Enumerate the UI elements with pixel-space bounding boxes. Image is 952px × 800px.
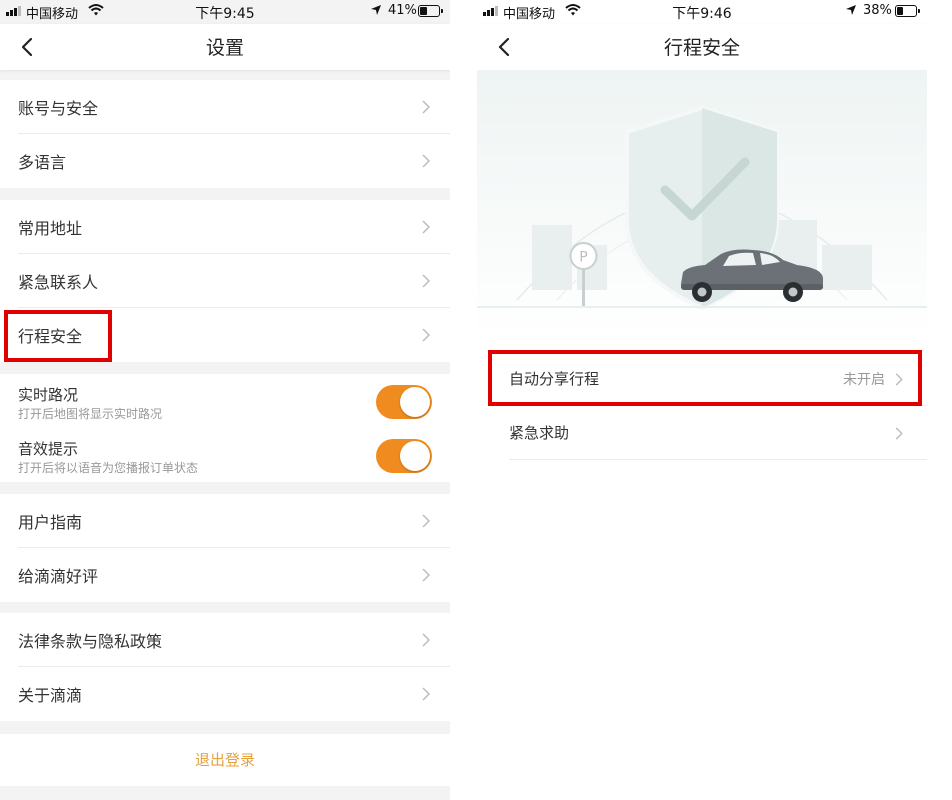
settings-item-language[interactable]: 多语言 <box>0 134 450 188</box>
traffic-toggle-switch[interactable] <box>376 385 432 419</box>
location-arrow-icon <box>846 5 856 15</box>
nav-bar: 行程安全 <box>477 24 927 70</box>
chevron-right-icon <box>895 427 903 440</box>
settings-item-about[interactable]: 关于滴滴 <box>0 667 450 721</box>
page-title: 行程安全 <box>663 37 740 59</box>
battery-percent: 41% <box>388 3 417 18</box>
emergency-help-item[interactable]: 紧急求助 <box>477 406 927 460</box>
battery-fill <box>897 7 904 15</box>
location-arrow-icon <box>371 5 381 15</box>
svg-text:P: P <box>579 250 587 266</box>
item-label: 紧急求助 <box>509 424 570 442</box>
settings-group-account: 账号与安全 多语言 <box>0 80 450 188</box>
toggle-row-sound: 音效提示 打开后将以语音为您播报订单状态 <box>0 428 450 482</box>
settings-item-legal-privacy[interactable]: 法律条款与隐私政策 <box>0 613 450 667</box>
sound-toggle-switch[interactable] <box>376 439 432 473</box>
toggle-label: 音效提示 <box>18 440 79 458</box>
chevron-right-icon <box>422 633 430 647</box>
battery-percent: 38% <box>863 3 892 18</box>
settings-screen: 中国移动 下午9:45 41% 设置 账号与安全 多语言 常用地址 紧急联系人 … <box>0 0 450 800</box>
item-label: 账号与安全 <box>18 99 99 118</box>
toggle-description: 打开后地图将显示实时路况 <box>18 407 163 421</box>
safety-illustration: P <box>477 70 927 340</box>
settings-item-common-addresses[interactable]: 常用地址 <box>0 200 450 254</box>
settings-item-emergency-contacts[interactable]: 紧急联系人 <box>0 254 450 308</box>
battery-icon <box>418 5 443 17</box>
clock: 下午9:46 <box>672 6 732 22</box>
highlight-box-auto-share <box>488 350 922 406</box>
item-label: 关于滴滴 <box>18 686 83 705</box>
toggle-label: 实时路况 <box>18 386 79 404</box>
chevron-right-icon <box>422 100 430 114</box>
trip-safety-screen: 中国移动 下午9:46 38% 行程安全 P 自动分享行程 未开启 紧急求助 <box>477 0 927 800</box>
chevron-right-icon <box>422 568 430 582</box>
battery-fill <box>420 7 427 15</box>
chevron-right-icon <box>422 687 430 701</box>
chevron-right-icon <box>422 328 430 342</box>
battery-icon <box>895 5 920 17</box>
highlight-box-trip-safety <box>4 310 112 362</box>
logout-label: 退出登录 <box>194 751 255 769</box>
shield-car-illustration: P <box>477 105 927 311</box>
status-bar: 中国移动 下午9:46 38% <box>477 0 927 24</box>
item-label: 给滴滴好评 <box>18 567 99 586</box>
chevron-right-icon <box>422 220 430 234</box>
item-label: 用户指南 <box>18 513 83 532</box>
item-label: 紧急联系人 <box>18 273 99 292</box>
chevron-right-icon <box>422 514 430 528</box>
settings-item-user-guide[interactable]: 用户指南 <box>0 494 450 548</box>
settings-item-account-security[interactable]: 账号与安全 <box>0 80 450 134</box>
page-title: 设置 <box>205 37 244 59</box>
status-bar: 中国移动 下午9:45 41% <box>0 0 450 24</box>
toggle-row-traffic: 实时路况 打开后地图将显示实时路况 <box>0 374 450 428</box>
toggle-description: 打开后将以语音为您播报订单状态 <box>18 461 199 475</box>
item-label: 常用地址 <box>18 219 83 238</box>
clock: 下午9:45 <box>195 6 255 22</box>
settings-group-toggles: 实时路况 打开后地图将显示实时路况 音效提示 打开后将以语音为您播报订单状态 <box>0 374 450 482</box>
settings-group-legal: 法律条款与隐私政策 关于滴滴 <box>0 613 450 721</box>
logout-button[interactable]: 退出登录 <box>0 734 450 786</box>
settings-group-help: 用户指南 给滴滴好评 <box>0 494 450 602</box>
chevron-right-icon <box>422 274 430 288</box>
chevron-right-icon <box>422 154 430 168</box>
nav-bar: 设置 <box>0 24 450 70</box>
settings-item-rate-app[interactable]: 给滴滴好评 <box>0 548 450 602</box>
item-label: 法律条款与隐私政策 <box>18 632 163 651</box>
item-label: 多语言 <box>18 153 67 172</box>
